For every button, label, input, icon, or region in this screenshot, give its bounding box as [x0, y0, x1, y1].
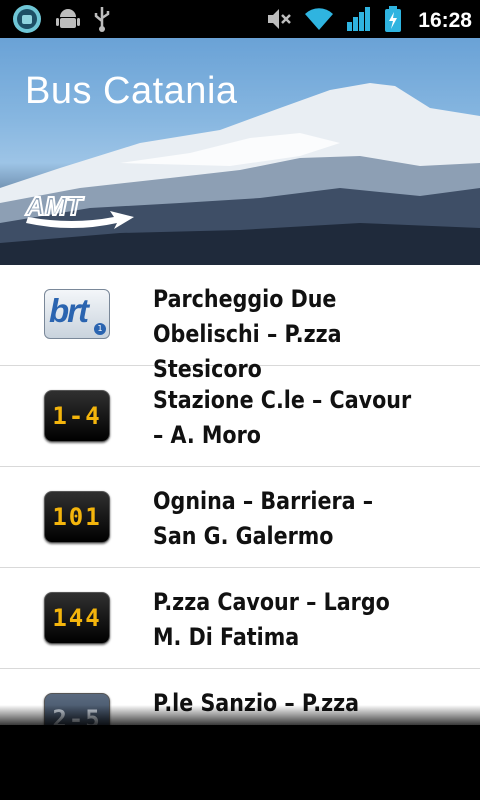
status-bar: 16:28 — [0, 0, 480, 38]
bottom-bar — [0, 725, 480, 800]
route-number: 101 — [44, 491, 110, 543]
route-number: 1-4 — [44, 390, 110, 442]
brt-badge-number: 1 — [94, 323, 106, 335]
route-row-144[interactable]: 144 P.zza Cavour – Largo M. Di Fatima — [0, 568, 480, 669]
route-label: Stazione C.le – Cavour – A. Moro — [153, 386, 412, 449]
amt-logo-text: AMT — [25, 193, 84, 221]
route-number: 144 — [44, 592, 110, 644]
wifi-icon — [304, 6, 334, 36]
brt-badge-text: brt — [49, 292, 89, 329]
list-scroll-fade — [0, 705, 480, 727]
brt-badge-icon: brt 1 — [44, 289, 110, 339]
android-debug-icon — [56, 6, 80, 36]
route-label: P.zza Cavour – Largo M. Di Fatima — [153, 588, 390, 651]
route-row-101[interactable]: 101 Ognina – Barriera – San G. Galermo — [0, 467, 480, 568]
signal-icon — [346, 6, 372, 36]
route-label: Ognina – Barriera – San G. Galermo — [153, 487, 374, 550]
route-list[interactable]: brt 1 Parcheggio Due Obelischi – P.zza S… — [0, 265, 480, 725]
battery-charging-icon — [384, 5, 402, 37]
header-banner: Bus Catania AMT — [0, 38, 480, 265]
mute-icon — [266, 6, 292, 36]
clock: 16:28 — [418, 9, 472, 32]
route-row-brt1[interactable]: brt 1 Parcheggio Due Obelischi – P.zza S… — [0, 265, 480, 383]
led-route-badge-icon: 144 — [44, 592, 110, 644]
amt-logo: AMT — [22, 190, 137, 237]
app-title: Bus Catania — [25, 70, 238, 112]
led-route-badge-icon: 1-4 — [44, 390, 110, 442]
led-route-badge-icon: 101 — [44, 491, 110, 543]
route-row-1-4[interactable]: 1-4 Stazione C.le – Cavour – A. Moro — [0, 366, 480, 467]
app-notification-icon — [10, 4, 44, 38]
usb-icon — [92, 5, 112, 37]
